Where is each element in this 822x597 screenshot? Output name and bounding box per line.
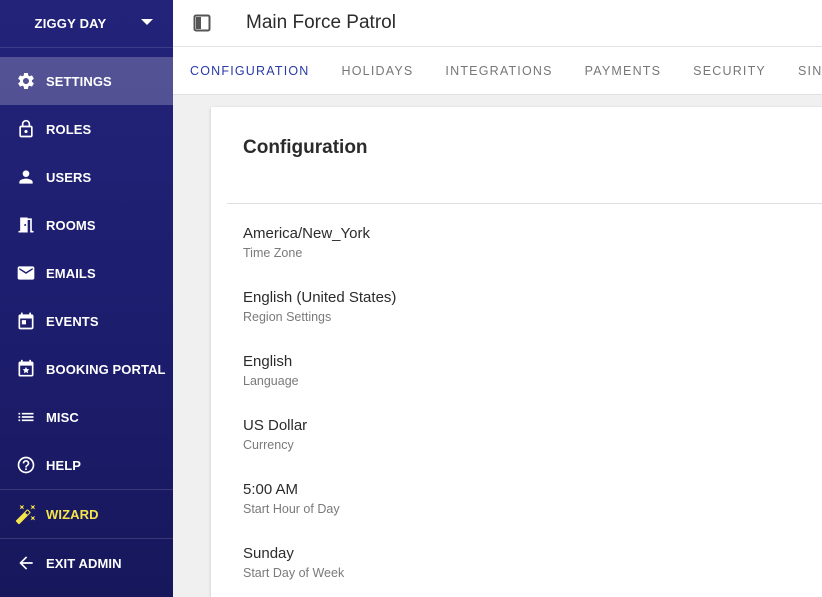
sidebar: ZIGGY DAY SETTINGS ROLES USERS ROOMS EMA… [0, 0, 173, 597]
top-bar: Main Force Patrol [173, 0, 822, 47]
sidebar-item-label: EMAILS [46, 265, 96, 281]
field-caption: Start Day of Week [243, 566, 345, 580]
sidebar-item-settings[interactable]: SETTINGS [0, 57, 173, 105]
settings-tabs: CONFIGURATION HOLIDAYS INTEGRATIONS PAYM… [173, 47, 822, 95]
field-start-day[interactable]: Sunday Start Day of Week [243, 545, 344, 581]
tab-single[interactable]: SINGLE [782, 47, 822, 94]
sidebar-item-label: HELP [46, 457, 82, 473]
calendar-star-icon [15, 358, 37, 380]
sidebar-item-label: WIZARD [46, 506, 99, 522]
sidebar-item-label: SETTINGS [46, 73, 112, 89]
sidebar-item-label: ROLES [46, 121, 92, 137]
field-value: US Dollar [243, 417, 308, 434]
sidebar-item-label: BOOKING PORTAL [46, 361, 166, 377]
org-switcher[interactable]: ZIGGY DAY [0, 0, 173, 48]
page-title: Main Force Patrol [246, 12, 396, 33]
sidebar-item-roles[interactable]: ROLES [0, 105, 173, 153]
field-caption: Language [243, 374, 299, 388]
help-circle-icon [15, 454, 37, 476]
field-caption: Currency [243, 438, 294, 452]
tab-holidays[interactable]: HOLIDAYS [326, 47, 430, 94]
sidebar-item-label: EVENTS [46, 313, 99, 329]
sidebar-item-rooms[interactable]: ROOMS [0, 201, 173, 249]
envelope-icon [15, 262, 37, 284]
field-value: America/New_York [243, 225, 370, 242]
field-region-settings[interactable]: English (United States) Region Settings [243, 289, 396, 325]
sidebar-item-label: EXIT ADMIN [46, 555, 122, 571]
field-start-hour[interactable]: 5:00 AM Start Hour of Day [243, 481, 340, 517]
sidebar-item-emails[interactable]: EMAILS [0, 249, 173, 297]
sidebar-nav: SETTINGS ROLES USERS ROOMS EMAILS EVENTS… [0, 57, 173, 587]
sidebar-item-misc[interactable]: MISC [0, 393, 173, 441]
sidebar-item-events[interactable]: EVENTS [0, 297, 173, 345]
org-name: ZIGGY DAY [34, 16, 107, 31]
tab-configuration[interactable]: CONFIGURATION [173, 47, 326, 94]
field-caption: Time Zone [243, 246, 303, 260]
field-currency[interactable]: US Dollar Currency [243, 417, 307, 453]
sidebar-item-booking-portal[interactable]: BOOKING PORTAL [0, 345, 173, 393]
sidebar-item-exit-admin[interactable]: EXIT ADMIN [0, 539, 173, 587]
tab-payments[interactable]: PAYMENTS [569, 47, 678, 94]
sidebar-toggle-icon[interactable] [192, 13, 212, 33]
field-value: Sunday [243, 545, 294, 562]
door-icon [15, 214, 37, 236]
sidebar-item-wizard[interactable]: WIZARD [0, 490, 173, 538]
list-icon [15, 406, 37, 428]
field-time-zone[interactable]: America/New_York Time Zone [243, 225, 370, 261]
card-divider [227, 203, 822, 204]
field-value: 5:00 AM [243, 481, 299, 498]
gear-icon [15, 70, 37, 92]
tab-integrations[interactable]: INTEGRATIONS [429, 47, 568, 94]
field-caption: Region Settings [243, 310, 332, 324]
card-title: Configuration [243, 137, 368, 158]
arrow-left-icon [15, 552, 37, 574]
sidebar-item-label: ROOMS [46, 217, 96, 233]
field-value: English [243, 353, 293, 370]
caret-down-icon [141, 19, 153, 25]
tab-security[interactable]: SECURITY [677, 47, 782, 94]
sidebar-item-users[interactable]: USERS [0, 153, 173, 201]
field-caption: Start Hour of Day [243, 502, 340, 516]
lock-icon [15, 118, 37, 140]
person-icon [15, 166, 37, 188]
sidebar-item-label: MISC [46, 409, 79, 425]
configuration-card: Configuration America/New_York Time Zone… [211, 107, 822, 597]
sidebar-item-label: USERS [46, 169, 92, 185]
field-value: English (United States) [243, 289, 397, 306]
calendar-icon [15, 310, 37, 332]
sidebar-item-help[interactable]: HELP [0, 441, 173, 489]
magic-wand-icon [15, 503, 37, 525]
field-language[interactable]: English Language [243, 353, 299, 389]
